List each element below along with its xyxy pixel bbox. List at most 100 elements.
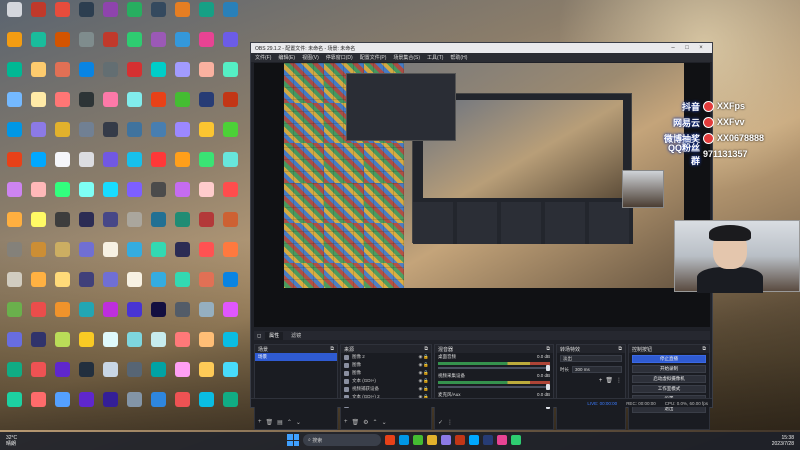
- desktop-shortcut[interactable]: [146, 182, 170, 210]
- desktop-shortcut[interactable]: [146, 122, 170, 150]
- desktop-shortcut[interactable]: [218, 212, 242, 240]
- volume-slider-knob[interactable]: [545, 365, 550, 371]
- desktop-shortcut[interactable]: [98, 152, 122, 180]
- desktop-shortcut[interactable]: [122, 242, 146, 270]
- desktop-shortcut[interactable]: [2, 122, 26, 150]
- desktop-shortcut[interactable]: [74, 272, 98, 300]
- desktop-shortcut[interactable]: [26, 302, 50, 330]
- desktop-shortcut[interactable]: [74, 332, 98, 360]
- desktop-shortcut[interactable]: [194, 242, 218, 270]
- desktop-shortcut[interactable]: [170, 212, 194, 240]
- desktop-shortcut[interactable]: [218, 122, 242, 150]
- desktop-shortcut[interactable]: [74, 62, 98, 90]
- desktop-shortcut[interactable]: [194, 332, 218, 360]
- taskbar-app-icon[interactable]: [511, 435, 521, 445]
- desktop-shortcut[interactable]: [50, 2, 74, 30]
- desktop-shortcut[interactable]: [2, 92, 26, 120]
- lock-icon[interactable]: 🔒: [423, 386, 429, 392]
- taskbar-app-icon[interactable]: [483, 435, 493, 445]
- undock-icon[interactable]: ⧉: [330, 346, 334, 352]
- desktop-shortcut[interactable]: [2, 302, 26, 330]
- desktop-shortcut[interactable]: [50, 242, 74, 270]
- desktop-shortcut[interactable]: [122, 362, 146, 390]
- desktop-shortcut[interactable]: [170, 122, 194, 150]
- desktop-shortcut[interactable]: [98, 32, 122, 60]
- desktop-shortcut[interactable]: [146, 152, 170, 180]
- desktop-shortcut[interactable]: [170, 392, 194, 420]
- desktop-shortcut[interactable]: [122, 62, 146, 90]
- desktop-shortcut[interactable]: [50, 152, 74, 180]
- trash-icon[interactable]: 🗑: [605, 377, 613, 384]
- source-item[interactable]: 图像 2 ◉ 🔒: [341, 353, 431, 361]
- desktop-shortcut[interactable]: [218, 332, 242, 360]
- desktop-shortcut[interactable]: [98, 2, 122, 30]
- desktop-shortcut[interactable]: [26, 62, 50, 90]
- desktop-shortcut[interactable]: [194, 302, 218, 330]
- taskbar-app-icon[interactable]: [413, 435, 423, 445]
- source-item[interactable]: 视频捕获设备 ◉ 🔒: [341, 385, 431, 393]
- tab-properties[interactable]: 属性: [265, 331, 284, 340]
- desktop-shortcut[interactable]: [218, 32, 242, 60]
- desktop-shortcut[interactable]: [2, 182, 26, 210]
- desktop-shortcut[interactable]: [170, 332, 194, 360]
- desktop-shortcut[interactable]: [146, 212, 170, 240]
- desktop-shortcut[interactable]: [122, 2, 146, 30]
- desktop-shortcut[interactable]: [146, 2, 170, 30]
- lock-icon[interactable]: 🔒: [423, 370, 429, 376]
- desktop-shortcut[interactable]: [170, 362, 194, 390]
- desktop-shortcut[interactable]: [74, 32, 98, 60]
- desktop-shortcut[interactable]: [74, 2, 98, 30]
- desktop-shortcut[interactable]: [26, 242, 50, 270]
- desktop-shortcut[interactable]: [146, 32, 170, 60]
- desktop-shortcut[interactable]: [218, 392, 242, 420]
- menu-tools[interactable]: 工具(T): [427, 54, 443, 61]
- add-icon[interactable]: +: [344, 419, 348, 426]
- desktop-shortcut[interactable]: [74, 152, 98, 180]
- undock-icon[interactable]: ⧉: [424, 346, 428, 352]
- duration-input[interactable]: 300 ms: [572, 366, 622, 373]
- desktop-shortcut[interactable]: [146, 362, 170, 390]
- desktop-shortcut[interactable]: [26, 122, 50, 150]
- desktop-shortcut[interactable]: [146, 242, 170, 270]
- taskbar-app-icon[interactable]: [427, 435, 437, 445]
- desktop-shortcut[interactable]: [2, 32, 26, 60]
- desktop-shortcut[interactable]: [146, 272, 170, 300]
- taskbar-app-icon[interactable]: [399, 435, 409, 445]
- desktop-shortcut[interactable]: [98, 392, 122, 420]
- desktop-shortcut[interactable]: [2, 242, 26, 270]
- desktop-shortcut[interactable]: [146, 332, 170, 360]
- desktop-shortcut[interactable]: [98, 122, 122, 150]
- desktop-shortcut[interactable]: [122, 152, 146, 180]
- desktop-shortcut[interactable]: [74, 122, 98, 150]
- desktop-shortcut[interactable]: [122, 392, 146, 420]
- taskbar-app-icon[interactable]: [497, 435, 507, 445]
- desktop-shortcut[interactable]: [2, 362, 26, 390]
- desktop-shortcut[interactable]: [26, 2, 50, 30]
- desktop-shortcut[interactable]: [170, 92, 194, 120]
- gear-icon[interactable]: ⚙: [363, 419, 368, 426]
- menu-edit[interactable]: 编辑(E): [278, 54, 295, 61]
- desktop-shortcut[interactable]: [218, 182, 242, 210]
- obs-titlebar[interactable]: OBS 29.1.2 - 配置文件: 未命名 - 场景: 未命名 – □ ×: [251, 43, 712, 53]
- desktop-shortcut[interactable]: [218, 362, 242, 390]
- desktop-shortcut[interactable]: [26, 362, 50, 390]
- taskbar-app-icon[interactable]: [469, 435, 479, 445]
- lock-icon[interactable]: 🔒: [423, 354, 429, 360]
- system-clock[interactable]: 15:38 2023/7/28: [772, 435, 794, 447]
- desktop-shortcut[interactable]: [146, 62, 170, 90]
- desktop-shortcut[interactable]: [2, 392, 26, 420]
- desktop-shortcut[interactable]: [218, 152, 242, 180]
- desktop-shortcut[interactable]: [98, 302, 122, 330]
- minimize-icon[interactable]: –: [666, 45, 680, 51]
- desktop-shortcut[interactable]: [50, 212, 74, 240]
- desktop-shortcut[interactable]: [98, 212, 122, 240]
- close-icon[interactable]: ×: [694, 45, 708, 51]
- desktop-shortcut[interactable]: [194, 2, 218, 30]
- desktop-shortcut[interactable]: [26, 212, 50, 240]
- desktop-shortcut[interactable]: [194, 182, 218, 210]
- volume-slider[interactable]: [438, 365, 550, 371]
- desktop-shortcut[interactable]: [122, 182, 146, 210]
- desktop-shortcut[interactable]: [194, 272, 218, 300]
- desktop-shortcut[interactable]: [194, 212, 218, 240]
- desktop-shortcut[interactable]: [170, 182, 194, 210]
